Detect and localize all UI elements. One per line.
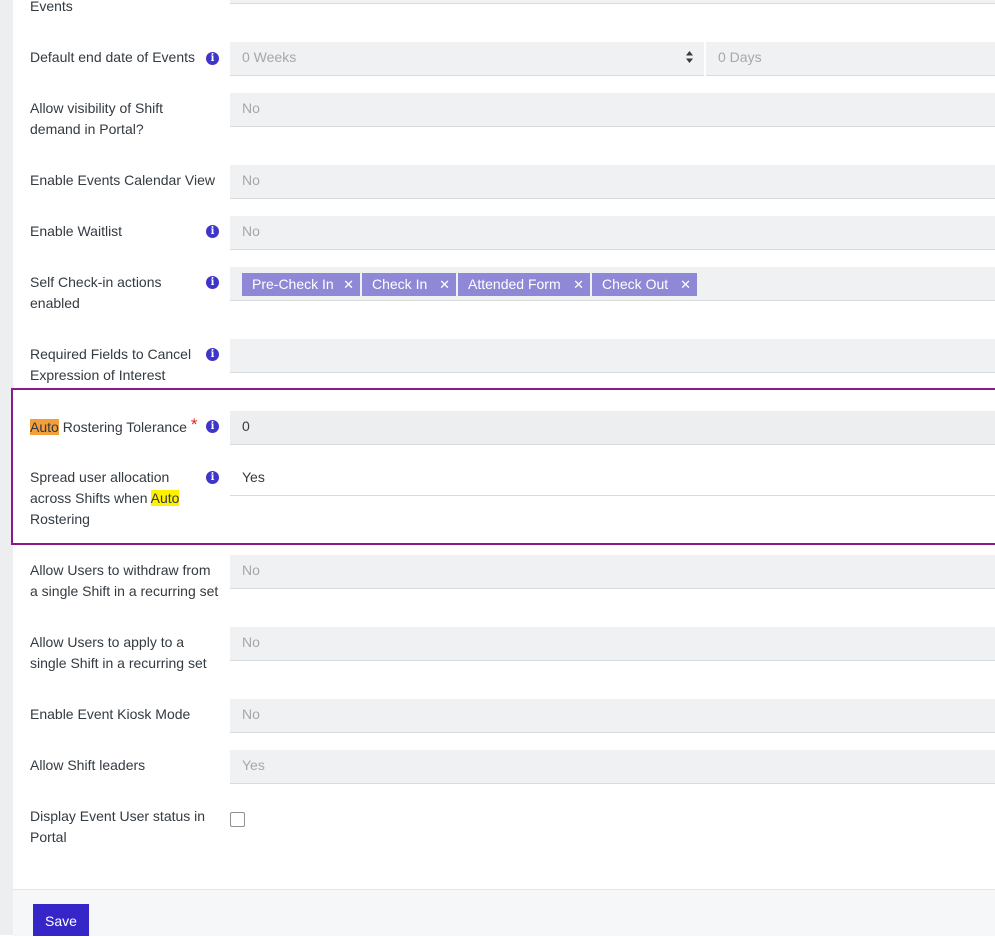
sort-arrows-icon (686, 51, 693, 63)
tag-label: Check Out (602, 276, 669, 292)
field-label: Allow Users to apply to a single Shift i… (30, 634, 207, 671)
shift-demand-select[interactable]: No (230, 93, 995, 127)
field-label: Self Check-in actions enabled (30, 274, 162, 311)
info-icon[interactable]: i (206, 420, 219, 433)
tag-label: Pre-Check In (252, 276, 334, 292)
form-footer: Save (13, 889, 995, 936)
info-icon[interactable]: i (206, 471, 219, 484)
label-text: Rostering Tolerance (62, 419, 187, 435)
field-label: Display Event User status in Portal (30, 808, 206, 845)
close-icon[interactable]: ✕ (439, 273, 450, 296)
default-end-weeks-select[interactable]: 0 Weeks (230, 42, 704, 76)
info-icon[interactable]: i (206, 225, 219, 238)
field-label: Required Fields to Cancel Expression of … (30, 346, 192, 383)
apply-single-select[interactable]: No (230, 627, 995, 661)
info-icon[interactable]: i (206, 52, 219, 65)
field-label: Spread user allocation across Shifts whe… (30, 467, 190, 530)
display-status-checkbox[interactable] (230, 812, 245, 827)
left-gutter (0, 0, 13, 935)
close-icon[interactable]: ✕ (680, 273, 691, 296)
events-top-field[interactable] (230, 0, 995, 4)
search-highlight: Auto (150, 490, 180, 506)
save-button[interactable]: Save (33, 904, 89, 936)
kiosk-mode-select[interactable]: No (230, 699, 995, 733)
field-label: Default end date of Events (30, 49, 195, 65)
field-label: Allow visibility of Shift demand in Port… (30, 100, 164, 137)
tag-check-out: Check Out ✕ (592, 273, 697, 296)
field-label: Allow Shift leaders (30, 757, 146, 773)
field-label: Events (30, 0, 73, 14)
waitlist-select[interactable]: No (230, 216, 995, 250)
info-icon[interactable]: i (206, 276, 219, 289)
required-indicator: * (190, 415, 198, 434)
field-label: Allow Users to withdraw from a single Sh… (30, 562, 219, 599)
label-text: Spread user allocation across Shifts whe… (30, 469, 170, 506)
self-checkin-multiselect[interactable]: Pre-Check In ✕ Check In ✕ Attended Form … (230, 267, 995, 301)
shift-leaders-select[interactable]: Yes (230, 750, 995, 784)
field-label: Enable Events Calendar View (30, 172, 215, 188)
tag-pre-check-in: Pre-Check In ✕ (242, 273, 360, 296)
calendar-view-select[interactable]: No (230, 165, 995, 199)
field-label: Enable Event Kiosk Mode (30, 706, 191, 722)
spread-allocation-select[interactable]: Yes (230, 462, 995, 496)
days-value: 0 Days (718, 49, 762, 65)
tag-check-in: Check In ✕ (362, 273, 456, 296)
close-icon[interactable]: ✕ (343, 273, 354, 296)
label-text: Rostering (30, 511, 90, 527)
search-highlight: Auto (30, 419, 59, 435)
field-label: Auto Rostering Tolerance * (30, 415, 210, 438)
info-icon[interactable]: i (206, 348, 219, 361)
tag-label: Attended Form (468, 276, 561, 292)
auto-rostering-tolerance-input[interactable]: 0 (230, 411, 995, 445)
close-icon[interactable]: ✕ (573, 273, 584, 296)
weeks-value: 0 Weeks (242, 49, 297, 65)
tag-label: Check In (372, 276, 428, 292)
tag-attended-form: Attended Form ✕ (458, 273, 590, 296)
withdraw-single-select[interactable]: No (230, 555, 995, 589)
field-label: Enable Waitlist (30, 223, 123, 239)
default-end-days-input[interactable]: 0 Days (706, 42, 995, 76)
required-fields-select[interactable] (230, 339, 995, 373)
